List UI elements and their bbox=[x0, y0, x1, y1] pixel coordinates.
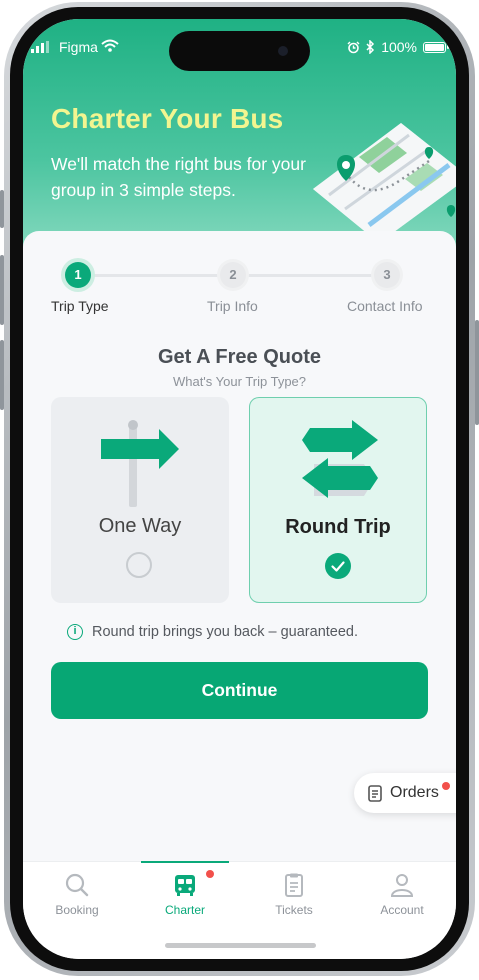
quote-title: Get A Free Quote bbox=[158, 346, 321, 368]
bluetooth-icon bbox=[366, 40, 375, 54]
person-icon bbox=[390, 874, 414, 897]
tab-tickets[interactable]: Tickets bbox=[240, 862, 348, 932]
orders-notification-dot bbox=[442, 782, 450, 790]
map-illustration bbox=[313, 123, 456, 237]
tab-charter[interactable]: Charter bbox=[131, 862, 239, 932]
one-way-label: One Way bbox=[98, 515, 182, 537]
bus-icon bbox=[175, 875, 195, 896]
round-trip-label: Round Trip bbox=[285, 516, 391, 538]
document-icon bbox=[368, 785, 382, 802]
tab-booking[interactable]: Booking bbox=[23, 862, 131, 932]
power-button bbox=[475, 320, 479, 425]
battery-icon bbox=[423, 41, 449, 53]
orders-button[interactable]: Orders bbox=[354, 773, 456, 813]
battery-level bbox=[425, 43, 444, 51]
hero-subtitle: We'll match the right bus for your group… bbox=[51, 154, 306, 200]
step-2-indicator: 2 bbox=[220, 262, 246, 288]
checkmark-icon bbox=[331, 561, 345, 572]
one-way-radio[interactable] bbox=[126, 552, 152, 578]
tab-account-label: Account bbox=[380, 903, 424, 917]
front-camera bbox=[278, 46, 288, 56]
wifi-icon bbox=[101, 39, 119, 52]
step-3-label: Contact Info bbox=[347, 298, 423, 314]
step-1-label: Trip Type bbox=[51, 298, 109, 314]
status-right: 100% bbox=[347, 39, 449, 55]
trip-hint: i Round trip brings you back – guarantee… bbox=[67, 624, 358, 640]
hint-text: Round trip brings you back – guaranteed. bbox=[92, 624, 359, 640]
dynamic-island bbox=[169, 31, 310, 71]
signpost-icon bbox=[101, 420, 179, 507]
round-trip-arrows-icon bbox=[302, 420, 378, 498]
cellular-signal-icon bbox=[31, 41, 49, 53]
quote-subtitle: What's Your Trip Type? bbox=[172, 374, 307, 389]
one-way-option[interactable]: One Way bbox=[51, 397, 229, 603]
info-icon: i bbox=[67, 624, 83, 640]
round-trip-option[interactable]: Round Trip bbox=[249, 397, 427, 603]
step-1-indicator: 1 bbox=[65, 262, 91, 288]
home-indicator bbox=[165, 943, 316, 948]
round-trip-radio[interactable] bbox=[325, 553, 351, 579]
app-screen: Figma 100% Charter Your Bus We'll match … bbox=[23, 19, 456, 959]
ticket-icon bbox=[285, 873, 303, 897]
tab-charter-label: Charter bbox=[164, 903, 205, 917]
hero-banner: Figma 100% Charter Your Bus We'll match … bbox=[23, 19, 456, 254]
orders-label: Orders bbox=[390, 784, 439, 801]
search-icon bbox=[65, 873, 89, 897]
battery-percent: 100% bbox=[381, 39, 417, 55]
step-3-indicator: 3 bbox=[374, 262, 400, 288]
charter-notification-dot bbox=[206, 870, 214, 878]
continue-button[interactable]: Continue bbox=[51, 662, 428, 719]
hero-title: Charter Your Bus bbox=[51, 103, 284, 134]
step-2-label: Trip Info bbox=[207, 298, 258, 314]
tab-account[interactable]: Account bbox=[348, 862, 456, 932]
alarm-icon bbox=[347, 41, 360, 53]
tab-booking-label: Booking bbox=[55, 903, 99, 917]
tab-tickets-label: Tickets bbox=[275, 903, 313, 917]
carrier-name: Figma bbox=[59, 39, 98, 55]
